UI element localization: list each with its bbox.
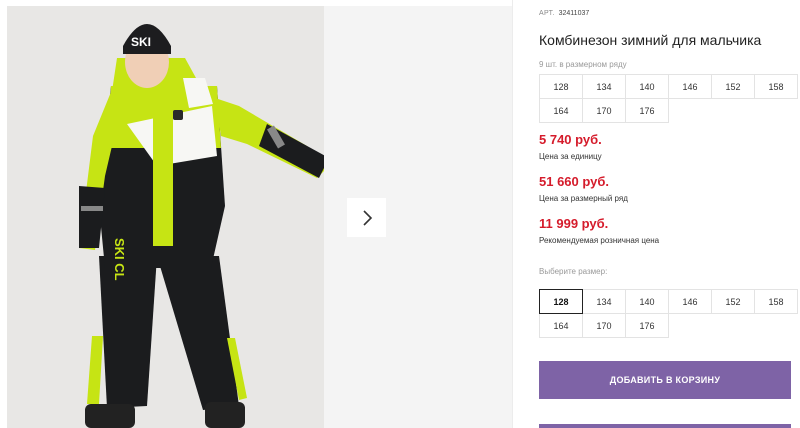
retail-price-label: Рекомендуемая розничная цена — [539, 236, 660, 245]
product-title: Комбинезон зимний для мальчика — [539, 32, 762, 48]
size-option-140[interactable]: 140 — [625, 289, 669, 314]
size-row-cell: 134 — [582, 74, 626, 99]
secondary-action-button[interactable] — [539, 424, 791, 428]
add-to-cart-button[interactable]: ДОБАВИТЬ В КОРЗИНУ — [539, 361, 791, 399]
size-option-146[interactable]: 146 — [668, 289, 712, 314]
size-selector: 128 134 140 146 152 158 164 170 176 — [539, 289, 798, 338]
chevron-right-icon — [362, 209, 372, 226]
size-row-cell: 140 — [625, 74, 669, 99]
unit-price: 5 740 руб. — [539, 132, 602, 147]
product-photo[interactable]: SKI SKI CL — [7, 6, 324, 428]
size-row-cell: 146 — [668, 74, 712, 99]
size-row-cell: 128 — [539, 74, 583, 99]
panel-divider — [512, 0, 513, 428]
size-row-cell: 170 — [582, 98, 626, 123]
row-price-label: Цена за размерный ряд — [539, 194, 628, 203]
leg-print-text: SKI CL — [112, 238, 127, 281]
kid-snowsuit-image: SKI SKI CL — [7, 6, 324, 428]
size-row-table: 128 134 140 146 152 158 164 170 176 — [539, 74, 798, 123]
size-option-134[interactable]: 134 — [582, 289, 626, 314]
product-info-panel: АРТ. 32411037 Комбинезон зимний для маль… — [539, 0, 800, 428]
size-select-label: Выберите размер: — [539, 267, 608, 276]
size-option-176[interactable]: 176 — [625, 313, 669, 338]
size-row-cell: 158 — [754, 74, 798, 99]
size-row-cell: 176 — [625, 98, 669, 123]
next-image-button[interactable] — [347, 198, 386, 237]
sku-label: АРТ. — [539, 10, 555, 17]
size-row-cell: 152 — [711, 74, 755, 99]
size-option-170[interactable]: 170 — [582, 313, 626, 338]
product-gallery: SKI SKI CL — [0, 0, 512, 428]
retail-price: 11 999 руб. — [539, 216, 609, 231]
size-option-128[interactable]: 128 — [539, 289, 583, 314]
unit-price-label: Цена за единицу — [539, 152, 602, 161]
size-option-152[interactable]: 152 — [711, 289, 755, 314]
sku-value: 32411037 — [558, 10, 590, 17]
size-option-158[interactable]: 158 — [754, 289, 798, 314]
hat-logo-text: SKI — [131, 35, 151, 49]
row-price: 51 660 руб. — [539, 174, 610, 189]
sku: АРТ. 32411037 — [539, 10, 589, 17]
size-row-cell: 164 — [539, 98, 583, 123]
size-option-164[interactable]: 164 — [539, 313, 583, 338]
size-row-note: 9 шт. в размерном ряду — [539, 60, 627, 69]
